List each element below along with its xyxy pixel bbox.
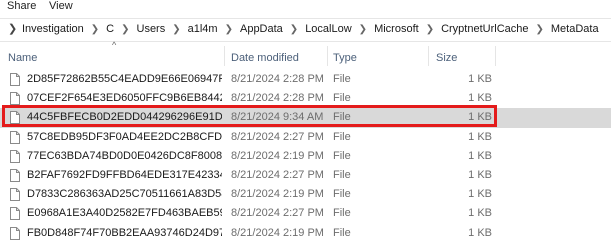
file-icon	[10, 73, 20, 86]
ribbon-tabs: Share View	[0, 0, 611, 16]
file-name: B2FAF7692FD9FFBD64EDE317E42334BA_D...	[27, 168, 222, 181]
file-size: 1 KB	[468, 188, 492, 201]
breadcrumb-separator-icon[interactable]: ❯	[359, 24, 367, 35]
column-header-type[interactable]: Type	[333, 52, 357, 64]
file-date-modified: 8/21/2024 2:27 PM	[231, 207, 324, 220]
breadcrumb-segment[interactable]: AppData	[240, 23, 283, 35]
breadcrumb-segment[interactable]: a1l4m	[188, 23, 218, 35]
breadcrumb-separator-icon[interactable]: ❯	[225, 24, 233, 35]
breadcrumb: Investigation ❯ C ❯ Users ❯ a1l4m ❯ AppData ❯ Loca…	[22, 23, 599, 35]
file-row[interactable]: 77EC63BDA74BD0D0E0426DC8F8008506 8/21/202…	[0, 147, 611, 166]
file-date-modified: 8/21/2024 2:27 PM	[231, 168, 324, 181]
file-size: 1 KB	[468, 130, 492, 143]
file-icon	[10, 130, 20, 144]
file-row[interactable]: D7833C286363AD25C70511661A83D581_8... 8/2…	[0, 185, 611, 204]
breadcrumb-separator-icon[interactable]: ❯	[290, 24, 298, 35]
file-row[interactable]: B2FAF7692FD9FFBD64EDE317E42334BA_D... 8/2…	[0, 166, 611, 185]
breadcrumb-separator-icon[interactable]: ❯	[536, 24, 544, 35]
file-name: 44C5FBFECB0D2EDD044296296E91D58B	[27, 111, 222, 124]
breadcrumb-segment[interactable]: C	[106, 23, 114, 35]
file-type: File	[333, 188, 351, 201]
file-icon	[10, 188, 20, 202]
breadcrumb-segment[interactable]: Microsoft	[374, 23, 419, 35]
file-type: File	[333, 168, 351, 181]
file-row[interactable]: 57C8EDB95DF3F0AD4EE2DC2B8CFD4157 8/21/202…	[0, 128, 611, 147]
breadcrumb-segment[interactable]: Users	[137, 23, 166, 35]
file-row[interactable]: E0968A1E3A40D2582E7FD463BAEB59CD 8/21/202…	[0, 204, 611, 223]
file-type: File	[333, 73, 351, 85]
address-bar[interactable]: ❯ Investigation ❯ C ❯ Users ❯ a1l4m ❯ AppData ❯ Lo…	[0, 18, 611, 42]
column-divider[interactable]	[428, 46, 429, 66]
file-row[interactable]: 2D85F72862B55C4EADD9E66E06947F3D 8/21/202…	[0, 70, 611, 89]
file-date-modified: 8/21/2024 9:34 AM	[231, 111, 324, 124]
file-date-modified: 8/21/2024 2:28 PM	[231, 92, 324, 105]
column-header-name[interactable]: Name	[8, 52, 37, 64]
column-divider[interactable]	[224, 46, 225, 66]
file-icon	[10, 111, 20, 125]
file-size: 1 KB	[468, 207, 492, 220]
breadcrumb-segment[interactable]: MetaData	[551, 23, 599, 35]
ribbon-tab-view[interactable]: View	[49, 0, 73, 12]
breadcrumb-separator-icon[interactable]: ❯	[172, 24, 180, 35]
breadcrumb-separator-icon[interactable]: ❯	[121, 24, 129, 35]
sort-ascending-icon: ^	[112, 40, 117, 50]
breadcrumb-segment[interactable]: LocalLow	[305, 23, 351, 35]
file-date-modified: 8/21/2024 2:19 PM	[231, 188, 324, 201]
file-date-modified: 8/21/2024 2:19 PM	[231, 226, 324, 239]
file-name: 57C8EDB95DF3F0AD4EE2DC2B8CFD4157	[27, 130, 222, 143]
file-date-modified: 8/21/2024 2:19 PM	[231, 149, 324, 162]
file-icon	[10, 92, 20, 106]
file-type: File	[333, 130, 351, 143]
file-icon	[10, 149, 20, 163]
file-list: 2D85F72862B55C4EADD9E66E06947F3D 8/21/202…	[0, 70, 611, 243]
file-row[interactable]: 44C5FBFECB0D2EDD044296296E91D58B 8/21/202…	[0, 108, 611, 128]
file-icon	[10, 168, 20, 182]
file-name: 2D85F72862B55C4EADD9E66E06947F3D	[27, 73, 222, 85]
file-name: 77EC63BDA74BD0D0E0426DC8F8008506	[27, 149, 222, 162]
file-size: 1 KB	[468, 73, 492, 85]
column-header-size[interactable]: Size	[436, 52, 457, 64]
file-type: File	[333, 207, 351, 220]
file-size: 1 KB	[468, 226, 492, 239]
file-type: File	[333, 111, 351, 124]
column-header-date[interactable]: Date modified	[231, 52, 299, 64]
column-divider[interactable]	[327, 46, 328, 66]
breadcrumb-separator-icon[interactable]: ❯	[426, 24, 434, 35]
file-name: E0968A1E3A40D2582E7FD463BAEB59CD	[27, 207, 222, 220]
file-icon	[10, 207, 20, 221]
breadcrumb-separator-icon[interactable]: ❯	[91, 24, 99, 35]
file-type: File	[333, 149, 351, 162]
file-date-modified: 8/21/2024 2:28 PM	[231, 73, 324, 85]
column-divider[interactable]	[495, 46, 496, 66]
breadcrumb-segment[interactable]: Investigation	[22, 23, 84, 35]
chevron-right-icon[interactable]: ❯	[8, 22, 17, 35]
file-size: 1 KB	[468, 149, 492, 162]
column-header-row: ^ Name Date modified Type Size	[0, 40, 611, 68]
file-name: D7833C286363AD25C70511661A83D581_8...	[27, 188, 222, 201]
file-type: File	[333, 92, 351, 105]
file-row[interactable]: 07CEF2F654E3ED6050FFC9B6EB844250_E6... 8/…	[0, 89, 611, 108]
file-icon	[10, 226, 20, 240]
file-size: 1 KB	[468, 168, 492, 181]
breadcrumb-segment[interactable]: CryptnetUrlCache	[441, 23, 528, 35]
file-name: 07CEF2F654E3ED6050FFC9B6EB844250_E6...	[27, 92, 222, 105]
file-name: FB0D848F74F70BB2EAA93746D24D9749	[27, 226, 222, 239]
ribbon-tab-share[interactable]: Share	[7, 0, 36, 12]
file-type: File	[333, 226, 351, 239]
file-size: 1 KB	[468, 111, 492, 124]
file-row[interactable]: FB0D848F74F70BB2EAA93746D24D9749 8/21/202…	[0, 224, 611, 243]
file-date-modified: 8/21/2024 2:27 PM	[231, 130, 324, 143]
file-size: 1 KB	[468, 92, 492, 105]
